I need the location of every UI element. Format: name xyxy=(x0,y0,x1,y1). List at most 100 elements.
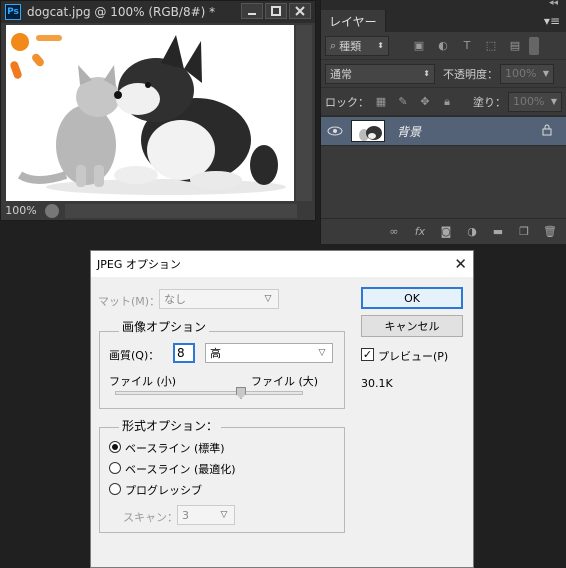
link-layers-icon[interactable]: ∞ xyxy=(386,224,402,240)
matte-select: なし ▽ xyxy=(159,289,279,309)
collapse-panel-icon[interactable]: ◂◂ xyxy=(549,0,558,8)
matte-value: なし xyxy=(164,293,186,306)
lock-icons: ▦ ✎ ✥ 🔒︎ xyxy=(373,94,455,110)
minimize-button[interactable] xyxy=(241,3,263,19)
search-icon: ⌕ xyxy=(330,38,337,52)
new-group-icon[interactable]: ▬ xyxy=(490,224,506,240)
opacity-label: 不透明度： xyxy=(443,67,498,81)
baseline-optimized-label[interactable]: ベースライン (最適化) xyxy=(125,461,236,477)
filter-kind-select[interactable]: ⌕ 種類 ⬍ xyxy=(325,35,389,56)
opacity-value: 100% xyxy=(505,67,537,80)
layer-name[interactable]: 背景 xyxy=(397,123,542,140)
dog-cat-photo xyxy=(10,33,286,195)
panel-tabs: レイヤー ▾≡ xyxy=(321,10,566,32)
filter-kind-label: 種類 xyxy=(339,39,362,53)
chevron-down-icon: ▽ xyxy=(220,510,228,520)
dialog-title: JPEG オプション xyxy=(97,258,181,271)
panel-menu-icon[interactable]: ▾≡ xyxy=(544,14,560,28)
filter-toggle[interactable] xyxy=(529,36,539,55)
smart-object-filter-icon[interactable]: ▤ xyxy=(507,38,523,54)
chevron-down-icon: ▼ xyxy=(550,97,557,106)
document-title: dogcat.jpg @ 100% (RGB/8#) * xyxy=(27,5,216,19)
lock-transparency-icon[interactable]: ▦ xyxy=(373,94,389,110)
scan-value: 3 xyxy=(182,508,189,522)
cancel-button[interactable]: キャンセル xyxy=(361,315,463,337)
filter-row: ⌕ 種類 ⬍ ▣ ◐ T ⬚ ▤ xyxy=(321,32,566,60)
quality-input[interactable]: 8 xyxy=(173,343,195,363)
quality-preset-select[interactable]: 高 ▽ xyxy=(205,343,333,363)
radio-baseline-standard[interactable] xyxy=(109,441,121,453)
layer-mask-icon[interactable]: ◙ xyxy=(438,224,454,240)
dialog-titlebar[interactable]: JPEG オプション ✕ xyxy=(91,251,473,277)
updown-icon: ⬍ xyxy=(423,69,430,78)
document-titlebar[interactable]: Ps dogcat.jpg @ 100% (RGB/8#) * xyxy=(1,1,315,23)
preview-checkbox[interactable]: ✓ xyxy=(361,348,374,361)
quality-label: 画質(Q)： xyxy=(109,349,160,362)
quality-preset-value: 高 xyxy=(210,347,221,360)
document-window: Ps dogcat.jpg @ 100% (RGB/8#) * 100% xyxy=(0,0,316,221)
chevron-down-icon: ▽ xyxy=(318,348,326,358)
adjustment-filter-icon[interactable]: ◐ xyxy=(435,38,451,54)
filter-icons: ▣ ◐ T ⬚ ▤ xyxy=(411,38,523,54)
vertical-scrollbar[interactable] xyxy=(296,25,312,201)
quality-value: 8 xyxy=(177,346,185,360)
layer-thumbnail xyxy=(351,120,385,142)
scan-select: 3 ▽ xyxy=(177,505,235,525)
file-small-label: ファイル (小) xyxy=(109,375,177,388)
opacity-field[interactable]: 100% ▼ xyxy=(500,63,554,84)
fill-label: 塗り： xyxy=(473,95,506,109)
layer-lock-icon[interactable] xyxy=(542,124,552,139)
close-button[interactable] xyxy=(289,3,311,19)
layers-footer: ∞ fx ◙ ◑ ▬ ❐ 🗑︎ xyxy=(321,218,566,244)
image-canvas[interactable] xyxy=(6,25,294,201)
fill-field[interactable]: 100% ▼ xyxy=(508,91,562,112)
new-layer-icon[interactable]: ❐ xyxy=(516,224,532,240)
blend-row: 通常 ⬍ 不透明度： 100% ▼ xyxy=(321,60,566,88)
document-status-bar: 100% xyxy=(1,201,315,220)
lock-label: ロック： xyxy=(325,95,369,109)
type-filter-icon[interactable]: T xyxy=(459,38,475,54)
layer-item-background[interactable]: 背景 xyxy=(321,116,566,146)
file-large-label: ファイル (大) xyxy=(251,375,319,388)
status-info-icon[interactable] xyxy=(45,203,59,218)
pixel-filter-icon[interactable]: ▣ xyxy=(411,38,427,54)
preview-label[interactable]: プレビュー(P) xyxy=(378,348,448,364)
radio-progressive[interactable] xyxy=(109,483,121,495)
minimize-icon xyxy=(248,13,256,15)
ok-button[interactable]: OK xyxy=(361,287,463,309)
close-icon[interactable]: ✕ xyxy=(454,255,467,273)
lock-all-icon[interactable]: 🔒︎ xyxy=(439,94,455,110)
window-buttons xyxy=(239,3,311,21)
maximize-icon xyxy=(271,6,281,16)
matte-label: マット(M)： xyxy=(98,295,161,308)
quality-slider-track[interactable] xyxy=(115,391,303,395)
scan-label: スキャン： xyxy=(123,511,178,524)
fill-value: 100% xyxy=(513,95,545,108)
chevron-down-icon: ▽ xyxy=(264,294,272,304)
radio-baseline-optimized[interactable] xyxy=(109,462,121,474)
adjustment-layer-icon[interactable]: ◑ xyxy=(464,224,480,240)
zoom-level[interactable]: 100% xyxy=(1,204,41,217)
maximize-button[interactable] xyxy=(265,3,287,19)
shape-filter-icon[interactable]: ⬚ xyxy=(483,38,499,54)
horizontal-scrollbar[interactable] xyxy=(65,203,297,218)
panel-top-strip: ◂◂ xyxy=(321,0,566,10)
image-options-title: 画像オプション xyxy=(119,318,210,335)
baseline-standard-label[interactable]: ベースライン (標準) xyxy=(125,440,225,456)
lock-position-icon[interactable]: ✥ xyxy=(417,94,433,110)
jpeg-options-dialog: JPEG オプション ✕ マット(M)： なし ▽ 画像オプション 画質(Q)：… xyxy=(90,250,474,568)
progressive-label[interactable]: プログレッシブ xyxy=(125,482,202,498)
format-options-title: 形式オプション： xyxy=(119,417,222,434)
fx-icon[interactable]: fx xyxy=(412,224,428,240)
visibility-eye-icon[interactable] xyxy=(321,126,349,136)
file-size-readout: 30.1K xyxy=(361,377,393,390)
trash-icon[interactable]: 🗑︎ xyxy=(542,224,558,240)
updown-icon: ⬍ xyxy=(377,41,384,50)
photoshop-icon: Ps xyxy=(5,4,21,20)
chevron-down-icon: ▼ xyxy=(542,69,549,78)
lock-row: ロック： ▦ ✎ ✥ 🔒︎ 塗り： 100% ▼ xyxy=(321,88,566,116)
blend-mode-select[interactable]: 通常 ⬍ xyxy=(325,63,435,84)
tab-layers[interactable]: レイヤー xyxy=(321,10,386,32)
lock-pixels-icon[interactable]: ✎ xyxy=(395,94,411,110)
layers-panel: ◂◂ レイヤー ▾≡ ⌕ 種類 ⬍ ▣ ◐ T ⬚ ▤ 通常 ⬍ 不透明度： 1… xyxy=(320,0,566,244)
